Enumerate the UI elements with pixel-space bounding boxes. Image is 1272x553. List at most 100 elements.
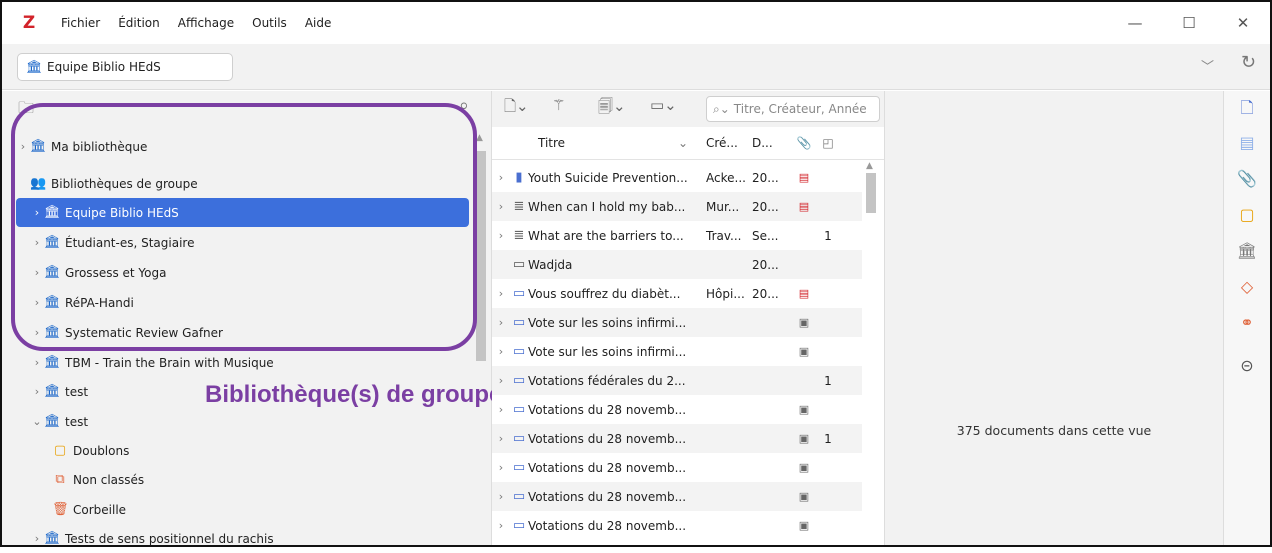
chevron-right-icon[interactable]: › — [492, 461, 510, 474]
chevron-right-icon[interactable]: › — [492, 229, 510, 242]
collection-row[interactable]: › 🏛 Grossess et Yoga — [16, 258, 469, 287]
items-scrollbar[interactable] — [866, 173, 876, 213]
chevron-right-icon[interactable]: › — [16, 140, 30, 153]
locate-icon[interactable]: ⊝ — [1224, 356, 1270, 375]
pdf-icon[interactable]: ▤ — [790, 200, 818, 213]
menu-affichage[interactable]: Affichage — [169, 16, 243, 30]
new-collection-icon[interactable]: 🗀 — [18, 97, 34, 124]
item-row[interactable]: › ▮ Youth Suicide Prevention... Acke... … — [492, 163, 862, 192]
chevron-right-icon[interactable]: › — [30, 326, 44, 339]
collection-row-selected[interactable]: › 🏛 Equipe Biblio HEdS — [16, 198, 469, 227]
pdf-icon[interactable]: ▤ — [790, 287, 818, 300]
magic-wand-icon[interactable]: ⚚ — [552, 96, 565, 114]
chevron-right-icon[interactable]: › — [492, 171, 510, 184]
add-attachment-icon[interactable]: 🗐⌄ — [598, 96, 626, 121]
item-row[interactable]: › ▭ Vote sur les soins infirmi... ▣ — [492, 337, 862, 366]
scroll-up-icon[interactable]: ▲ — [866, 161, 873, 171]
collection-row[interactable]: › 🏛 TBM - Train the Brain with Musique — [16, 348, 469, 377]
item-row[interactable]: › ▭ Votations du 28 novemb... ▣ 1 — [492, 424, 862, 453]
column-title[interactable]: Titre — [528, 136, 678, 150]
tags-icon[interactable]: ◇ — [1224, 277, 1270, 296]
library-icon: 🏛 — [44, 384, 61, 399]
chevron-right-icon[interactable]: › — [30, 532, 44, 545]
collection-row[interactable]: 🗑 Corbeille — [16, 495, 469, 524]
scroll-up-icon[interactable]: ▲ — [476, 133, 483, 143]
minimize-button[interactable]: — — [1108, 2, 1162, 44]
search-icon[interactable]: ⌕ — [459, 95, 469, 116]
item-row[interactable]: › ▭ Votations du 28 novemb... ▣ — [492, 395, 862, 424]
collection-row[interactable]: ⧉ Non classés — [16, 465, 469, 494]
close-button[interactable]: ✕ — [1216, 2, 1270, 44]
chevron-down-icon[interactable]: ﹀ — [1201, 56, 1214, 75]
snapshot-icon[interactable]: ▣ — [790, 345, 818, 358]
chevron-right-icon[interactable]: › — [492, 316, 510, 329]
notes-column-icon[interactable]: ◰ — [818, 136, 838, 150]
menu-edition[interactable]: Édition — [109, 16, 169, 30]
collection-row[interactable]: › 🏛 Étudiant-es, Stagiaire — [16, 228, 469, 257]
maximize-button[interactable]: ☐ — [1162, 2, 1216, 44]
collection-row[interactable]: 👥 Bibliothèques de groupe — [16, 169, 469, 198]
collections-scrollbar[interactable] — [476, 151, 486, 361]
chevron-down-icon[interactable]: ⌄ — [678, 136, 700, 150]
chevron-right-icon[interactable]: › — [492, 200, 510, 213]
chevron-right-icon[interactable]: › — [492, 287, 510, 300]
paperclip-icon[interactable]: 📎 — [790, 136, 818, 150]
chevron-right-icon[interactable]: › — [30, 356, 44, 369]
column-date[interactable]: D... — [750, 136, 790, 150]
snapshot-icon[interactable]: ▣ — [790, 490, 818, 503]
snapshot-icon[interactable]: ▣ — [790, 519, 818, 532]
collection-row[interactable]: › 🏛 Systematic Review Gafner — [16, 318, 469, 347]
chevron-right-icon[interactable]: › — [492, 403, 510, 416]
item-row[interactable]: › ▭ Vous souffrez du diabèt... Hôpi... 2… — [492, 279, 862, 308]
library-icon: 🏛 — [44, 235, 61, 250]
info-icon[interactable]: 🗋 — [1224, 97, 1270, 124]
item-row[interactable]: › ▭ Votations fédérales du 2... 1 — [492, 366, 862, 395]
menu-fichier[interactable]: Fichier — [52, 16, 109, 30]
chevron-down-icon[interactable]: ⌄ — [30, 415, 44, 428]
pdf-icon[interactable]: ▤ — [790, 171, 818, 184]
snapshot-icon[interactable]: ▣ — [790, 432, 818, 445]
chevron-right-icon[interactable]: › — [30, 296, 44, 309]
collection-row[interactable]: ⌄ 🏛 test — [16, 407, 469, 436]
article-icon: ≣ — [513, 228, 525, 243]
collection-label: Non classés — [73, 472, 145, 487]
item-row[interactable]: › ▭ Vote sur les soins infirmi... ▣ — [492, 308, 862, 337]
chevron-right-icon[interactable]: › — [492, 345, 510, 358]
search-input[interactable]: ⌕⌄ Titre, Créateur, Année — [706, 96, 880, 122]
menu-aide[interactable]: Aide — [296, 16, 341, 30]
chevron-right-icon[interactable]: › — [492, 519, 510, 532]
abstract-icon[interactable]: ▤ — [1224, 133, 1270, 152]
item-row[interactable]: › ▭ Votations du 28 novemb... ▣ — [492, 453, 862, 482]
snapshot-icon[interactable]: ▣ — [790, 316, 818, 329]
item-row[interactable]: › ≣ When can I hold my bab... Mur... 20.… — [492, 192, 862, 221]
webpage-icon: ▭ — [512, 431, 526, 446]
item-row[interactable]: › ▭ Votations du 28 novemb... ▣ — [492, 511, 862, 540]
item-row[interactable]: › ≣ What are the barriers to... Trav... … — [492, 221, 862, 250]
collection-row[interactable]: ▢ Doublons — [16, 436, 469, 465]
new-note-icon[interactable]: ▭⌄ — [650, 96, 677, 114]
attachments-icon[interactable]: 📎 — [1224, 169, 1270, 188]
item-row[interactable]: › ▭ Votations du 28 novemb... ▣ — [492, 482, 862, 511]
snapshot-icon[interactable]: ▣ — [790, 461, 818, 474]
chevron-right-icon[interactable]: › — [492, 374, 510, 387]
chevron-right-icon[interactable]: › — [492, 490, 510, 503]
related-icon[interactable]: ⚭ — [1224, 313, 1270, 332]
collection-row[interactable]: › 🏛 Tests de sens positionnel du rachis — [16, 524, 469, 553]
snapshot-icon[interactable]: ▣ — [790, 403, 818, 416]
menu-outils[interactable]: Outils — [243, 16, 296, 30]
new-item-icon[interactable]: 🗋⌄ — [504, 96, 529, 121]
item-row[interactable]: ▭ Wadjda 20... — [492, 250, 862, 279]
tab-library[interactable]: 🏛 Equipe Biblio HEdS — [17, 53, 233, 81]
collection-row[interactable]: › 🏛 RéPA-Handi — [16, 288, 469, 317]
collection-label: test — [65, 384, 89, 399]
chevron-right-icon[interactable]: › — [30, 385, 44, 398]
libraries-collections-icon[interactable]: 🏛 — [1224, 241, 1270, 260]
collection-row[interactable]: › 🏛 Ma bibliothèque — [16, 132, 469, 161]
chevron-right-icon[interactable]: › — [30, 266, 44, 279]
column-creator[interactable]: Cré... — [700, 136, 750, 150]
chevron-right-icon[interactable]: › — [30, 206, 44, 219]
notes-icon[interactable]: ▢ — [1224, 205, 1270, 224]
sync-icon[interactable]: ↻ — [1241, 52, 1256, 73]
chevron-right-icon[interactable]: › — [492, 432, 510, 445]
chevron-right-icon[interactable]: › — [30, 236, 44, 249]
